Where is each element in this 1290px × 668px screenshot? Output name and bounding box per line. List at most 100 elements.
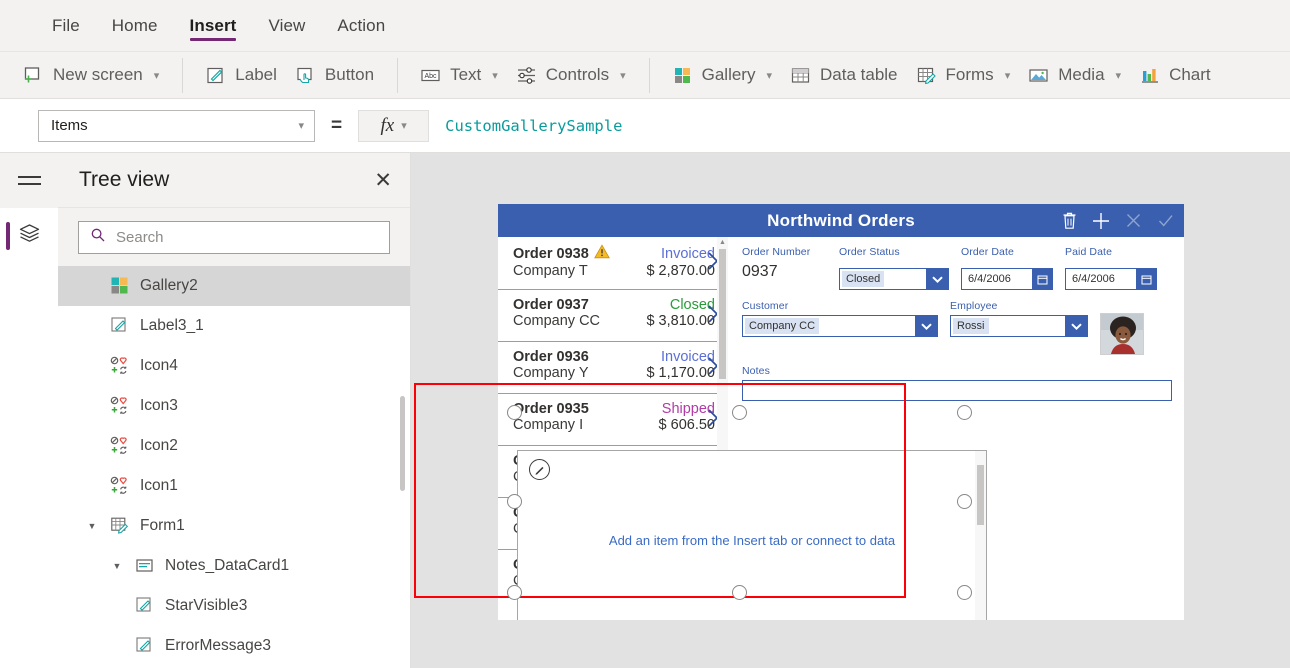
tree-node-list: Gallery2 Label3_1 Icon4 Icon3 Icon2 Icon… [58,266,410,668]
chevron-down-icon: ▾ [492,69,498,82]
date-value: 6/4/2006 [968,273,1011,285]
hamburger-button[interactable] [0,153,58,208]
field-order-status: Order Status Closed [839,246,949,290]
resize-handle-se[interactable] [957,585,972,600]
tree-node-label: Icon3 [140,397,178,414]
ribbon-group-screens: New screen ▾ [0,52,182,98]
twisty-expand-icon[interactable]: ▼ [83,521,101,531]
calendar-icon[interactable] [1136,269,1156,289]
field-label: Order Date [961,246,1014,258]
label-icon [205,65,226,86]
tree-node-label: Icon4 [140,357,178,374]
company-name: Company Y [513,365,589,381]
tree-node-gallery2[interactable]: Gallery2 [58,266,410,306]
tree-node-icon2[interactable]: Icon2 [58,426,410,466]
resize-handle-nw[interactable] [507,405,522,420]
resize-handle-w[interactable] [507,494,522,509]
controls-button[interactable]: Controls ▾ [507,55,635,95]
trash-icon[interactable] [1061,211,1078,230]
app-header: Northwind Orders [498,204,1184,237]
close-icon[interactable]: ✕ [374,170,392,191]
cancel-x-icon [1124,211,1143,230]
tree-node-icon1[interactable]: Icon1 [58,466,410,506]
tree-node-errormessage3[interactable]: ErrorMessage3 [58,626,410,666]
empty-gallery-scroll-thumb[interactable] [977,465,984,525]
app-preview: Northwind Orders Order 0938 Invoiced Com… [498,204,1184,620]
chevron-down-icon[interactable] [915,316,937,336]
plus-icon[interactable] [1091,211,1111,231]
field-employee: Employee Rossi [950,300,1088,355]
controls-icon [516,65,537,86]
gallery-item[interactable]: Order 0937 Closed Company CC $ 3,810.00 [498,289,728,341]
text-icon: Abc [420,65,441,86]
chart-button[interactable]: Chart [1130,55,1220,95]
chevron-down-icon[interactable] [926,269,948,289]
gallery-button-label: Gallery [701,65,756,84]
order-date-picker[interactable]: 6/4/2006 [961,268,1053,290]
tree-node-starvisible3[interactable]: StarVisible3 [58,586,410,626]
selected-empty-gallery[interactable]: Add an item from the Insert tab or conne… [517,450,987,620]
forms-button[interactable]: Forms ▾ [907,55,1020,95]
chevron-down-icon: ▾ [401,120,407,132]
chart-button-label: Chart [1169,65,1211,84]
media-button[interactable]: Media ▾ [1019,55,1130,95]
resize-handle-s[interactable] [732,585,747,600]
menu-item-file[interactable]: File [36,0,96,52]
form-row-1: Order Number 0937 Order Status Closed Or… [742,246,1172,290]
customer-dropdown[interactable]: Company CC [742,315,938,337]
gallery-button[interactable]: Gallery ▾ [663,55,781,95]
search-icon [90,227,106,248]
field-order-number: Order Number 0937 [742,246,827,290]
data-table-button[interactable]: Data table [781,55,907,95]
paid-date-picker[interactable]: 6/4/2006 [1065,268,1157,290]
tree-scrollbar[interactable] [400,396,405,491]
empty-gallery-scrollbar[interactable] [975,451,986,620]
fx-icon: fx [380,114,395,136]
gallery-item[interactable]: Order 0935 Shipped Company I $ 606.50 [498,393,728,445]
tree-node-label3_1[interactable]: Label3_1 [58,306,410,346]
field-label: Order Status [839,246,900,258]
notes-input[interactable] [742,380,1172,401]
order-number: Order 0937 [513,297,589,313]
search-box[interactable] [78,221,390,254]
fx-button[interactable]: fx ▾ [358,109,430,142]
employee-photo [1100,313,1144,355]
tree-node-label: ErrorMessage3 [165,637,271,654]
gallery-scroll-thumb[interactable] [719,249,726,379]
resize-handle-ne[interactable] [957,405,972,420]
chevron-down-icon[interactable] [1065,316,1087,336]
tree-node-form1[interactable]: ▼ Form1 [58,506,410,546]
search-input[interactable] [116,229,378,246]
resize-handle-sw[interactable] [507,585,522,600]
resize-handle-n[interactable] [732,405,747,420]
pencil-edit-icon[interactable] [529,459,550,480]
tree-node-notes-datacard1[interactable]: ▼ Notes_DataCard1 [58,546,410,586]
calendar-icon[interactable] [1032,269,1052,289]
label-button[interactable]: Label [196,55,286,95]
resize-handle-e[interactable] [957,494,972,509]
button-button[interactable]: Button [286,55,383,95]
tree-node-icon4[interactable]: Icon4 [58,346,410,386]
menu-item-view[interactable]: View [252,0,321,52]
app-canvas: Northwind Orders Order 0938 Invoiced Com… [411,153,1290,668]
gallery-item[interactable]: Order 0938 Invoiced Company T $ 2,870.00 [498,237,728,289]
button-button-label: Button [324,65,375,84]
property-select[interactable]: Items ▾ [38,109,315,142]
order-number: Order 0936 [513,349,589,365]
gallery-item[interactable]: Order 0936 Invoiced Company Y $ 1,170.00 [498,341,728,393]
new-screen-button[interactable]: New screen ▾ [14,55,168,95]
rail-item-tree-view[interactable] [0,208,58,264]
scroll-up-icon[interactable]: ▲ [719,239,726,246]
tree-view-header: Tree view ✕ [58,153,410,208]
twisty-expand-icon[interactable]: ▼ [108,561,126,571]
search-container [58,208,410,266]
field-paid-date: Paid Date 6/4/2006 [1065,246,1157,290]
menu-item-home[interactable]: Home [96,0,174,52]
tree-node-icon3[interactable]: Icon3 [58,386,410,426]
formula-input[interactable]: CustomGallerySample [429,109,1290,142]
employee-dropdown[interactable]: Rossi [950,315,1088,337]
menu-item-action[interactable]: Action [321,0,401,52]
menu-item-insert[interactable]: Insert [174,0,253,52]
order-status-dropdown[interactable]: Closed [839,268,949,290]
text-button[interactable]: Abc Text ▾ [411,55,507,95]
